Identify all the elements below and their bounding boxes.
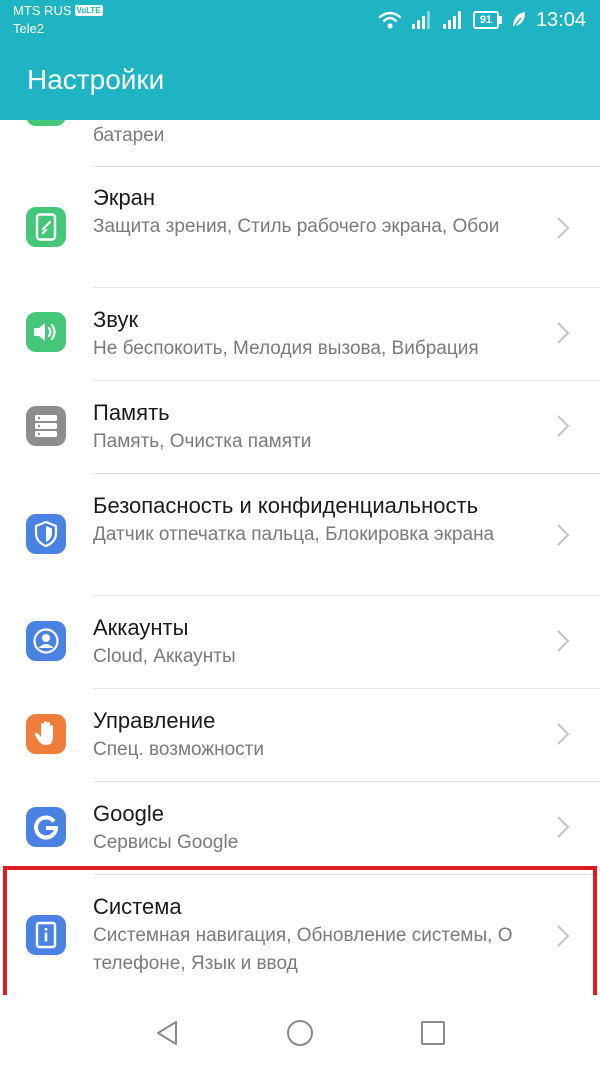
wifi-icon — [378, 11, 402, 29]
settings-item-title: Экран — [93, 185, 156, 210]
settings-item-title: Аккаунты — [93, 615, 189, 640]
status-icons: 91 13:04 — [378, 8, 586, 32]
settings-item-subtitle: батареи — [93, 125, 165, 146]
account-icon — [26, 621, 66, 661]
page-title: Настройки — [27, 64, 165, 95]
settings-item-security[interactable]: Безопасность и конфиденциальность Датчик… — [0, 474, 600, 596]
battery-settings-icon — [26, 120, 66, 126]
settings-item-subtitle: Не беспокоить, Мелодия вызова, Вибрация — [93, 338, 479, 359]
settings-item-subtitle: Защита зрения, Стиль рабочего экрана, Об… — [93, 216, 500, 237]
volte-badge: VoLTE — [74, 5, 103, 16]
carrier-primary-label: MTS RUS — [13, 3, 72, 18]
back-button[interactable] — [149, 1015, 185, 1051]
home-button[interactable] — [282, 1015, 318, 1051]
back-icon — [157, 1021, 177, 1045]
screen-icon — [26, 207, 66, 247]
leaf-icon — [512, 12, 525, 29]
settings-item-subtitle: Спец. возможности — [93, 739, 264, 760]
chevron-right-icon — [557, 723, 570, 745]
google-icon — [26, 807, 66, 847]
settings-item-google[interactable]: Google Сервисы Google — [0, 782, 600, 875]
settings-item-system[interactable]: Система Системная навигация, Обновление … — [0, 875, 600, 995]
settings-item-title: Память — [93, 400, 170, 425]
settings-item-battery[interactable]: батареи — [0, 120, 600, 167]
navigation-bar — [0, 995, 600, 1067]
settings-list[interactable]: батареи Экран Защита зрения, Стиль рабоч… — [0, 120, 600, 995]
signal-icon — [442, 11, 461, 29]
carrier-primary: MTS RUS VoLTE — [13, 3, 103, 18]
shield-icon — [26, 514, 66, 554]
recents-icon — [421, 1021, 445, 1045]
settings-item-title: Звук — [93, 307, 139, 332]
chevron-right-icon — [557, 415, 570, 437]
battery-icon: 91 — [472, 11, 502, 29]
hand-icon — [26, 714, 66, 754]
settings-item-title: Управление — [93, 708, 216, 733]
settings-item-subtitle: Системная навигация, Обновление системы,… — [93, 925, 513, 974]
status-bar: MTS RUS VoLTE Tele2 91 13:04 — [0, 0, 600, 42]
chevron-right-icon — [557, 630, 570, 652]
settings-item-accessibility[interactable]: Управление Спец. возможности — [0, 689, 600, 782]
settings-item-accounts[interactable]: Аккаунты Cloud, Аккаунты — [0, 596, 600, 689]
settings-item-title: Система — [93, 894, 182, 919]
app-bar: Настройки — [0, 42, 600, 120]
settings-item-title: Google — [93, 801, 164, 826]
info-icon — [26, 915, 66, 955]
settings-item-subtitle: Датчик отпечатка пальца, Блокировка экра… — [93, 524, 495, 545]
settings-item-subtitle: Сервисы Google — [93, 832, 239, 853]
settings-item-sound[interactable]: Звук Не беспокоить, Мелодия вызова, Вибр… — [0, 288, 600, 381]
chevron-right-icon — [557, 524, 570, 546]
chevron-right-icon — [557, 816, 570, 838]
battery-level: 91 — [472, 11, 499, 29]
chevron-right-icon — [557, 217, 570, 239]
recents-button[interactable] — [415, 1015, 451, 1051]
chevron-right-icon — [557, 322, 570, 344]
speaker-icon — [26, 312, 66, 352]
chevron-right-icon — [557, 925, 570, 947]
storage-icon — [26, 406, 66, 446]
carrier-secondary: Tele2 — [13, 21, 45, 36]
settings-item-display[interactable]: Экран Защита зрения, Стиль рабочего экра… — [0, 167, 600, 288]
clock: 13:04 — [535, 8, 586, 31]
settings-item-storage[interactable]: Память Память, Очистка памяти — [0, 381, 600, 474]
home-icon — [287, 1020, 313, 1046]
settings-item-title: Безопасность и конфиденциальность — [93, 493, 479, 518]
settings-item-subtitle: Cloud, Аккаунты — [93, 646, 236, 667]
settings-item-subtitle: Память, Очистка памяти — [93, 431, 312, 452]
signal-icon — [411, 11, 430, 29]
